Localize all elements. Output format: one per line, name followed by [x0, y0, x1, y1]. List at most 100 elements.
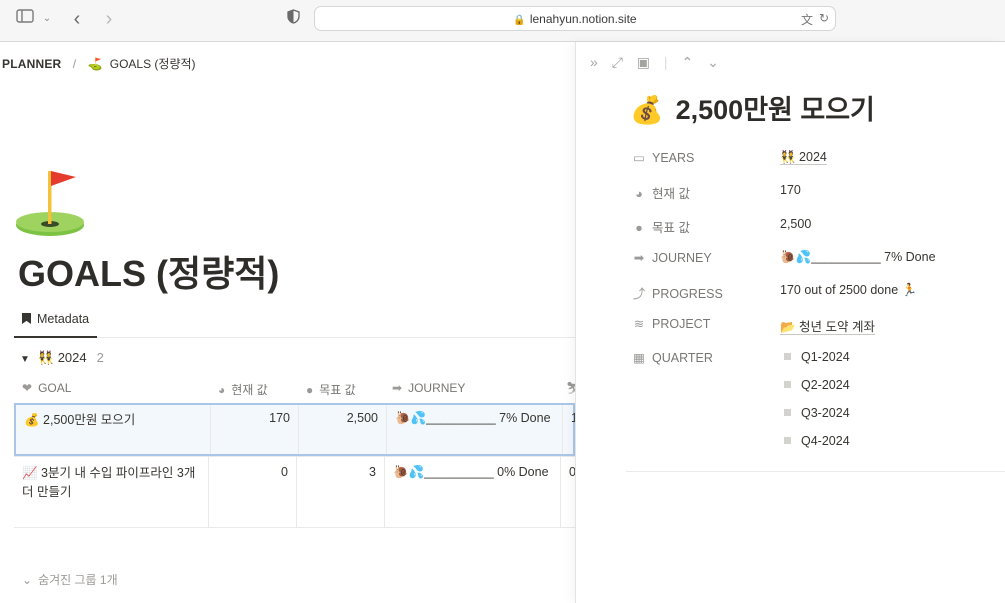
caret-down-icon[interactable]: ▼ — [20, 354, 30, 365]
toolbar-divider: | — [663, 54, 668, 70]
translate-icon[interactable]: 文 — [801, 11, 813, 28]
close-peek-icon[interactable]: » — [590, 54, 598, 70]
column-label: JOURNEY — [408, 381, 466, 395]
property-target[interactable]: ● 목표 값 2,500 — [632, 213, 1002, 237]
cell-goal[interactable]: 📈 3분기 내 수입 파이프라인 3개 더 만들기 — [14, 457, 209, 527]
quarter-link[interactable]: Q2-2024 — [784, 378, 850, 392]
property-label: QUARTER — [652, 351, 713, 365]
column-label: 현재 값 — [231, 383, 268, 397]
cell-goal[interactable]: 💰 2,500만원 모으기 — [16, 405, 211, 454]
cell-extra[interactable]: 1 — [563, 405, 575, 454]
page-icon — [784, 437, 791, 444]
next-icon[interactable]: ⌄ — [707, 54, 719, 70]
cell-journey[interactable]: 🐌💦__________ 0% Done — [385, 457, 561, 527]
group-header[interactable]: ▼ 👯 2024 2 — [20, 350, 104, 366]
arrow-icon: ➡ — [633, 251, 645, 265]
cell-current[interactable]: 0 — [209, 457, 297, 527]
breadcrumb-page[interactable]: GOALS (정량적) — [110, 57, 196, 71]
property-label: JOURNEY — [652, 251, 712, 265]
circle-icon: ● — [635, 221, 643, 235]
page-content: PLANNER / ⛳ GOALS (정량적) GOALS (정량적) Meta… — [0, 42, 575, 603]
property-value[interactable]: 📂 청년 도약 계좌 — [780, 320, 875, 335]
page-icon — [784, 381, 791, 388]
table-row[interactable]: 💰 2,500만원 모으기 170 2,500 🐌💦__________ 7% … — [14, 403, 575, 456]
column-journey[interactable]: ➡ JOURNEY — [392, 381, 465, 395]
forward-icon[interactable]: › — [100, 9, 118, 29]
property-progress[interactable]: ⤴ PROGRESS 170 out of 2500 done 🏃 — [632, 279, 1002, 303]
breadcrumb: PLANNER / ⛳ GOALS (정량적) — [2, 55, 196, 72]
calendar-icon: ▭ — [633, 151, 645, 165]
chevron-down-icon: ⌄ — [22, 573, 33, 587]
tab-metadata[interactable]: Metadata — [14, 304, 98, 338]
lock-icon: 🔒 — [513, 15, 526, 26]
panel-toolbar: » ⤢ ▣ | ⌃ ⌄ — [590, 54, 729, 71]
reload-icon[interactable]: ↻ — [819, 11, 829, 25]
calendar-icon: ▦ — [633, 351, 645, 365]
hidden-groups-toggle[interactable]: ⌄ 숨겨진 그룹 1개 — [22, 571, 118, 588]
chevron-down-icon[interactable]: ⌄ — [40, 9, 54, 29]
property-value[interactable]: 👯 2024 — [780, 150, 827, 165]
property-years[interactable]: ▭ YEARS 👯 2024 — [632, 146, 1002, 170]
runner-icon: ⛷ — [566, 381, 575, 395]
column-label: GOAL — [38, 381, 72, 395]
breadcrumb-separator: / — [72, 57, 77, 71]
tab-label: Metadata — [37, 312, 90, 326]
cell-target[interactable]: 3 — [297, 457, 385, 527]
property-journey[interactable]: ➡ JOURNEY 🐌💦__________ 7% Done — [632, 246, 1002, 270]
panel-divider — [626, 471, 1005, 472]
browser-toolbar: ⌄ ‹ › 🔒 lenahyun.notion.site 文 ↻ — [0, 0, 1005, 42]
table-bottom-border — [14, 527, 575, 528]
url-text: lenahyun.notion.site — [529, 12, 637, 26]
property-label: 현재 값 — [652, 187, 690, 201]
table-row[interactable]: 📈 3분기 내 수입 파이프라인 3개 더 만들기 0 3 🐌💦________… — [14, 456, 575, 527]
quarter-label: Q3-2024 — [801, 406, 850, 420]
view-tabs: Metadata — [14, 304, 575, 338]
property-label: PROJECT — [652, 317, 711, 331]
breadcrumb-root[interactable]: PLANNER — [2, 57, 61, 71]
pie-icon: ◕ — [635, 187, 643, 201]
property-label: PROGRESS — [652, 287, 723, 301]
column-goal[interactable]: ❤ GOAL — [22, 381, 71, 395]
heart-icon: ❤ — [22, 381, 33, 395]
quarter-link[interactable]: Q1-2024 — [784, 350, 850, 364]
quarter-link[interactable]: Q4-2024 — [784, 434, 850, 448]
cell-target[interactable]: 2,500 — [299, 405, 387, 454]
page-icon — [784, 409, 791, 416]
hidden-groups-label: 숨겨진 그룹 1개 — [38, 573, 118, 587]
quarter-label: Q2-2024 — [801, 378, 850, 392]
property-value[interactable]: 2,500 — [780, 217, 811, 231]
layers-icon: ≋ — [633, 317, 645, 331]
quarter-link[interactable]: Q3-2024 — [784, 406, 850, 420]
cell-extra[interactable]: 0 — [561, 457, 575, 527]
address-bar[interactable]: 🔒 lenahyun.notion.site 文 ↻ — [314, 6, 836, 31]
cell-journey[interactable]: 🐌💦__________ 7% Done — [387, 405, 563, 454]
group-count: 2 — [96, 350, 104, 365]
column-progress-icon[interactable]: ⛷ — [566, 381, 575, 395]
group-label: 👯 2024 — [37, 350, 87, 365]
property-value[interactable]: 170 — [780, 183, 801, 197]
page-emoji-flag-icon[interactable] — [14, 167, 86, 239]
column-current[interactable]: ◕ 현재 값 — [218, 381, 268, 398]
progress-icon: ⤴ — [632, 287, 646, 301]
back-icon[interactable]: ‹ — [68, 9, 86, 29]
panel-title-text: 2,500만원 모으기 — [675, 95, 875, 125]
arrow-icon: ➡ — [392, 381, 403, 395]
previous-icon[interactable]: ⌃ — [681, 54, 693, 70]
pie-icon: ◕ — [218, 383, 226, 397]
money-bag-icon[interactable]: 💰 — [630, 95, 664, 125]
side-peek-panel: » ⤢ ▣ | ⌃ ⌄ 💰 2,500만원 모으기 ▭ YEARS 👯 2024 ◕… — [575, 42, 1005, 603]
expand-icon[interactable]: ⤢ — [612, 54, 623, 70]
property-project[interactable]: ≋ PROJECT 📂 청년 도약 계좌 — [632, 312, 1002, 336]
shield-icon[interactable] — [285, 9, 301, 29]
column-label: 목표 값 — [319, 383, 356, 397]
property-value[interactable]: 170 out of 2500 done 🏃 — [780, 283, 917, 298]
table-header: ❤ GOAL ◕ 현재 값 ● 목표 값 ➡ JOURNEY ⛷ — [14, 375, 575, 403]
sidebar-icon[interactable] — [14, 9, 36, 29]
property-label: 목표 값 — [652, 221, 690, 235]
open-as-panel-icon[interactable]: ▣ — [637, 54, 650, 70]
cell-current[interactable]: 170 — [211, 405, 299, 454]
quarter-label: Q4-2024 — [801, 434, 850, 448]
column-target[interactable]: ● 목표 값 — [306, 381, 356, 398]
property-current[interactable]: ◕ 현재 값 170 — [632, 179, 1002, 203]
property-value[interactable]: 🐌💦__________ 7% Done — [780, 250, 936, 265]
